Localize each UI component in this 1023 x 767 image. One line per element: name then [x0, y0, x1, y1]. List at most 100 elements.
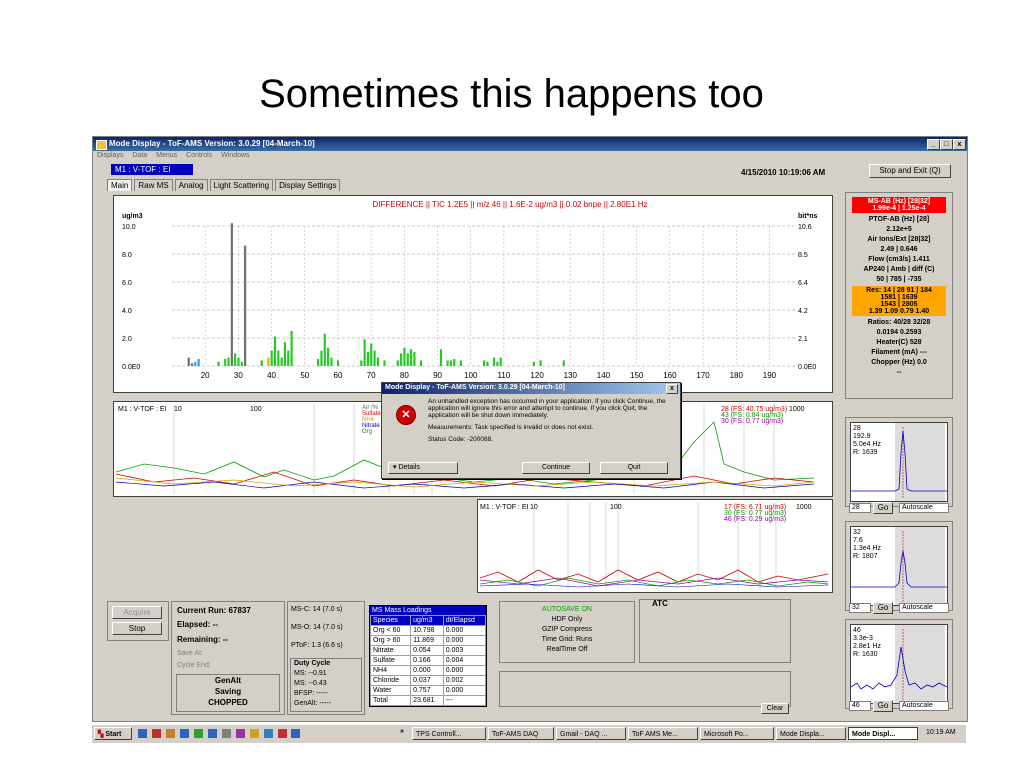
stop-button[interactable]: Stop — [112, 622, 162, 635]
minimize-button[interactable]: _ — [927, 139, 940, 150]
right-unit-label: bit*ns — [798, 213, 818, 220]
start-button[interactable]: ▚ Start — [94, 727, 132, 740]
taskbar-item-tps[interactable]: TPS Controll... — [412, 727, 486, 740]
spectrum-bar-mz-58 — [330, 357, 333, 366]
quick-launch-icon[interactable] — [277, 729, 287, 738]
close-button[interactable]: x — [953, 139, 966, 150]
window-title: Mode Display - ToF-AMS Version: 3.0.29 [… — [109, 139, 315, 148]
y-tick-label-right: 8.5 — [798, 252, 808, 259]
spectrum-bar-mz-41 — [273, 336, 277, 366]
ms-c-readout: MS-C: 14 (7.0 s) — [291, 606, 343, 613]
quick-launch-icon[interactable] — [151, 729, 161, 738]
x-tick-label: 120 — [530, 371, 544, 380]
left-unit-label: ug/m3 — [122, 213, 143, 220]
quick-launch-icon[interactable] — [249, 729, 259, 738]
autoscale-select-28[interactable]: Autoscale — [899, 503, 949, 513]
acquire-controls: Acquire Stop — [107, 601, 169, 641]
maximize-button[interactable]: □ — [940, 139, 953, 150]
mini-plot-32: 32 7.6 1.3e4 Hz R: 1807 — [845, 521, 953, 611]
bottom-trace-tick-1000: 1000 — [796, 504, 812, 511]
dialog-titlebar[interactable]: Mode Display - ToF-AMS Version: 3.0.29 [… — [382, 383, 680, 394]
taskbar-item-gmail[interactable]: Gmail - DAQ ... — [556, 727, 626, 740]
quick-launch-icon[interactable] — [179, 729, 189, 738]
go-button-32[interactable]: Go — [873, 602, 893, 614]
trace-chart-bottom: M1 : V-TOF : EI 10 100 17 (FS: 6.71 ug/m… — [479, 502, 829, 590]
spectrum-bar-mz-54 — [317, 359, 320, 366]
tab-main[interactable]: Main — [107, 179, 133, 191]
menu-windows[interactable]: Windows — [221, 152, 249, 159]
spectrum-bar-mz-37 — [260, 360, 263, 366]
cell: Water — [369, 685, 412, 696]
spectrum-bar-mz-93 — [446, 360, 449, 366]
window-titlebar[interactable]: Mode Display - ToF-AMS Version: 3.0.29 [… — [93, 137, 967, 151]
acquire-button[interactable]: Acquire — [112, 606, 162, 619]
spectrum-bar-mz-26 — [224, 359, 227, 366]
spectrum-bar-mz-45 — [287, 350, 290, 366]
details-button[interactable]: ▾ Details — [388, 462, 458, 474]
mass-input-32[interactable]: 32 — [849, 603, 871, 613]
taskbar-item-powerpoint[interactable]: Microsoft Po... — [700, 727, 774, 740]
x-tick-label: 110 — [498, 371, 511, 380]
ptof-ab-value: 2.12e+5 — [886, 226, 912, 233]
heater-readout: Heater(C) 528 — [876, 339, 922, 346]
mini-plot-46-text: 46 3.3e-3 2.8e1 Hz R: 1630 — [853, 627, 882, 658]
quit-button[interactable]: Quit — [600, 462, 668, 474]
cell: Org < 60 — [369, 625, 412, 636]
menu-controls[interactable]: Controls — [186, 152, 212, 159]
x-tick-label: 50 — [300, 371, 309, 380]
quick-launch-icon[interactable] — [207, 729, 217, 738]
quick-launch-icon[interactable] — [235, 729, 245, 738]
y-tick-label-right: 2.1 — [798, 336, 808, 343]
resolution-line-2: 1581 | 1639 — [880, 294, 918, 301]
spectrum-bar-mz-31 — [240, 361, 243, 366]
timestamp: 4/15/2010 10:19:06 AM — [741, 168, 826, 177]
dialog-message-area: An unhandled exception has occurred in y… — [428, 398, 668, 443]
x-tick-label: 60 — [334, 371, 343, 380]
taskbar-overflow-icon[interactable]: » — [400, 728, 404, 735]
tab-analog[interactable]: Analog — [174, 179, 208, 191]
autosave-hdf: HDF Only — [551, 616, 583, 623]
continue-button[interactable]: Continue — [522, 462, 590, 474]
spectrum-bar-mz-16 — [190, 363, 194, 366]
taskbar-item-tof-ams-me[interactable]: ToF AMS Me... — [628, 727, 698, 740]
menu-menus[interactable]: Menus — [156, 152, 177, 159]
menu-data[interactable]: Data — [132, 152, 147, 159]
stop-and-exit-button[interactable]: Stop and Exit (Q) — [869, 164, 951, 178]
filament-readout: Filament (mA) --- — [871, 349, 927, 356]
autoscale-select-32[interactable]: Autoscale — [899, 603, 949, 613]
menu-displays[interactable]: Displays — [97, 152, 123, 159]
quick-launch-icon[interactable] — [193, 729, 203, 738]
taskbar-item-mode-display-1[interactable]: Mode Displa... — [776, 727, 846, 740]
cell: 23.681 — [410, 695, 444, 706]
taskbar-item-tof-ams-daq[interactable]: ToF-AMS DAQ — [488, 727, 554, 740]
table-row: Water 0.757 0.000 — [369, 685, 487, 696]
x-tick-label: 80 — [400, 371, 409, 380]
go-button-46[interactable]: Go — [873, 700, 893, 712]
quick-launch-icon[interactable] — [291, 729, 301, 738]
x-tick-label: 130 — [564, 371, 578, 380]
dialog-close-button[interactable]: x — [666, 384, 678, 394]
ap240-label: AP240 | Amb | diff (C) — [863, 266, 935, 273]
quick-launch-icon[interactable] — [138, 729, 147, 738]
mass-input-46[interactable]: 46 — [849, 701, 871, 711]
dialog-measurements: Measurements: Task specified is invalid … — [428, 424, 594, 431]
mass-input-28[interactable]: 28 — [849, 503, 871, 513]
quick-launch-icon[interactable] — [263, 729, 273, 738]
tab-light-scattering[interactable]: Light Scattering — [209, 179, 274, 191]
cell: NH4 — [369, 665, 412, 676]
clear-button[interactable]: Clear — [761, 703, 789, 714]
spectrum-bar-mz-67 — [360, 360, 363, 366]
duty-bfsp: BFSP: ----- — [294, 690, 328, 697]
x-tick-label: 160 — [663, 371, 677, 380]
autoscale-select-46[interactable]: Autoscale — [899, 701, 949, 711]
remaining-time: Remaining: -- — [177, 635, 229, 644]
spectrum-bar-mz-24 — [217, 361, 220, 366]
tab-display-settings[interactable]: Display Settings — [275, 179, 341, 191]
spectrum-bar-mz-104 — [483, 360, 486, 366]
taskbar-item-mode-display-2[interactable]: Mode Displ... — [848, 727, 918, 740]
cell: 0.002 — [442, 675, 487, 686]
go-button-28[interactable]: Go — [873, 502, 893, 514]
quick-launch-icon[interactable] — [221, 729, 231, 738]
quick-launch-icon[interactable] — [165, 729, 175, 738]
tab-raw-ms[interactable]: Raw MS — [134, 179, 173, 191]
